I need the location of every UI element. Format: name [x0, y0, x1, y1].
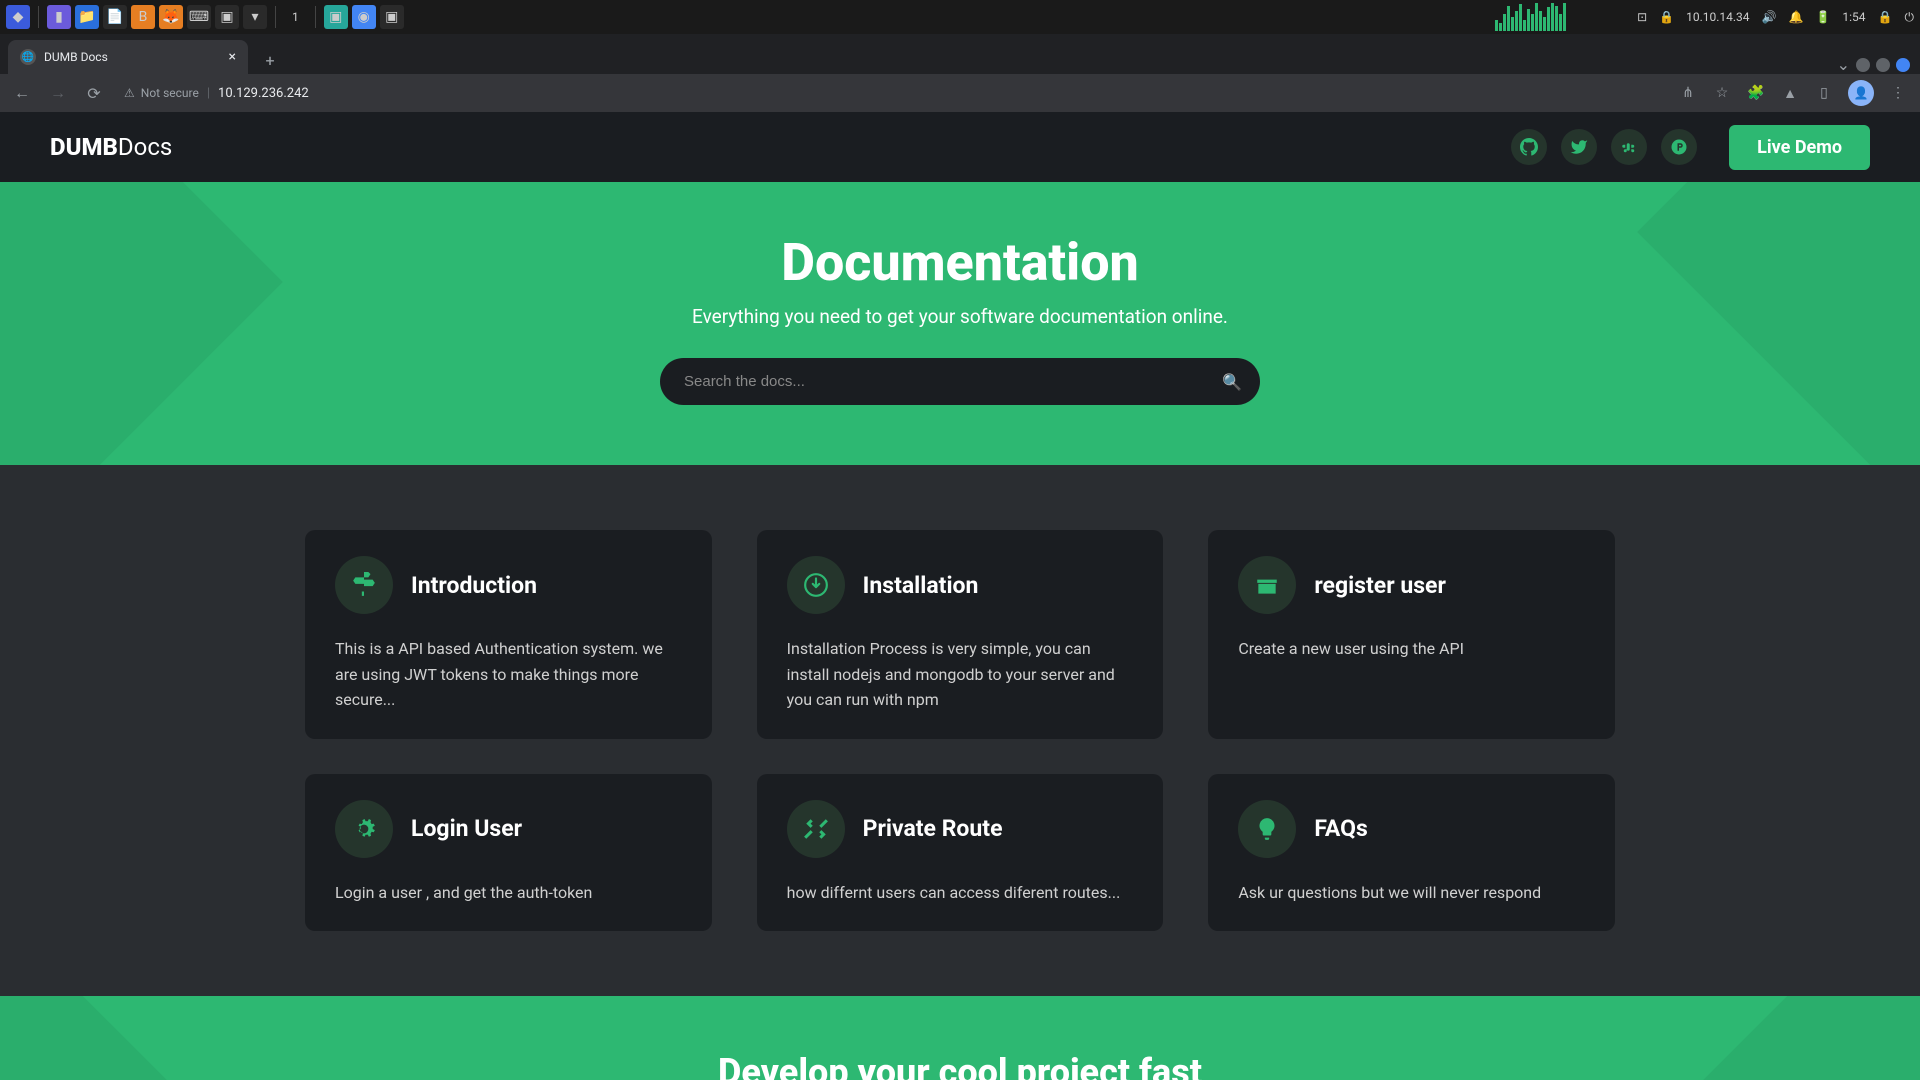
slack-icon[interactable] [1611, 129, 1647, 165]
profile-avatar[interactable]: 👤 [1848, 80, 1874, 106]
nav-reload-button[interactable]: ⟳ [80, 79, 108, 107]
taskbar-app-icon[interactable]: ▮ [47, 5, 71, 29]
card-title: Installation [863, 572, 979, 599]
tab-title: DUMB Docs [44, 50, 108, 64]
terminal2-icon[interactable]: ▣ [215, 5, 239, 29]
url-input[interactable]: ⚠ Not secure | 10.129.236.242 [116, 86, 1670, 101]
notifications-icon[interactable]: 🔔 [1789, 10, 1804, 24]
url-text: 10.129.236.242 [218, 86, 309, 101]
screen-record-icon[interactable]: ⊡ [1637, 10, 1647, 24]
user-icon[interactable]: ▲ [1780, 83, 1800, 103]
github-icon[interactable] [1511, 129, 1547, 165]
nav-back-button[interactable]: ← [8, 79, 36, 107]
share-icon[interactable]: ⋔ [1678, 83, 1698, 103]
desktop-taskbar: ◆ ▮ 📁 📄 B 🦊 ⌨ ▣ ▾ 1 ▣ ◉ ▣ ⊡ 🔒 10.10.14.3… [0, 0, 1920, 34]
window-maximize[interactable] [1876, 58, 1890, 72]
page-content: DUMBDocs Live Demo Documentation Everyth… [0, 112, 1920, 1080]
burp-icon[interactable]: B [131, 5, 155, 29]
card-title: Introduction [411, 572, 537, 599]
search-input[interactable] [660, 358, 1260, 405]
firefox-icon[interactable]: 🦊 [159, 5, 183, 29]
doc-card-private-route[interactable]: Private Route how differnt users can acc… [757, 774, 1164, 932]
doc-card-faqs[interactable]: FAQs Ask ur questions but we will never … [1208, 774, 1615, 932]
taskbar-app-chrome[interactable]: ◉ [352, 5, 376, 29]
hero-section: Documentation Everything you need to get… [0, 182, 1920, 465]
doc-card-register-user[interactable]: register user Create a new user using th… [1208, 530, 1615, 739]
file-manager-icon[interactable]: 📁 [75, 5, 99, 29]
card-description: Create a new user using the API [1238, 636, 1585, 662]
bookmark-icon[interactable]: ☆ [1712, 83, 1732, 103]
dropdown-icon[interactable]: ▾ [243, 5, 267, 29]
clock: 1:54 [1842, 10, 1865, 24]
doc-card-login-user[interactable]: Login User Login a user , and get the au… [305, 774, 712, 932]
hero-subtitle: Everything you need to get your software… [0, 305, 1920, 328]
card-title: Login User [411, 815, 522, 842]
card-description: Ask ur questions but we will never respo… [1238, 880, 1585, 906]
live-demo-button[interactable]: Live Demo [1729, 125, 1870, 170]
card-description: Installation Process is very simple, you… [787, 636, 1134, 713]
app-launcher-icon[interactable]: ◆ [6, 5, 30, 29]
nav-forward-button[interactable]: → [44, 79, 72, 107]
bulb-icon [1238, 800, 1296, 858]
ip-address: 10.10.14.34 [1686, 10, 1749, 24]
site-navbar: DUMBDocs Live Demo [0, 112, 1920, 182]
taskbar-app-term[interactable]: ▣ [380, 5, 404, 29]
window-close[interactable] [1896, 58, 1910, 72]
card-title: register user [1314, 572, 1446, 599]
browser-tab[interactable]: 🌐 DUMB Docs × [8, 40, 248, 74]
power-icon[interactable]: ⏻ [1905, 10, 1915, 25]
hero-title: Documentation [0, 232, 1920, 293]
doc-card-installation[interactable]: Installation Installation Process is ver… [757, 530, 1164, 739]
footer-section: Develop your cool project fast You can s… [0, 996, 1920, 1080]
cards-section: Introduction This is a API based Authent… [0, 465, 1920, 996]
doc-card-introduction[interactable]: Introduction This is a API based Authent… [305, 530, 712, 739]
signpost-icon [335, 556, 393, 614]
card-title: Private Route [863, 815, 1003, 842]
workspace-indicator[interactable]: 1 [284, 10, 307, 24]
tab-dropdown-icon[interactable]: ⌄ [1837, 55, 1850, 74]
tab-close-button[interactable]: × [229, 49, 236, 65]
producthunt-icon[interactable] [1661, 129, 1697, 165]
footer-title: Develop your cool project fast [0, 1051, 1920, 1080]
card-description: Login a user , and get the auth-token [335, 880, 682, 906]
browser-menu-icon[interactable]: ⋮ [1888, 83, 1908, 103]
tab-favicon-icon: 🌐 [20, 49, 36, 65]
cpu-graph [1495, 3, 1625, 31]
card-description: how differnt users can access diferent r… [787, 880, 1134, 906]
battery-icon[interactable]: 🔋 [1815, 10, 1830, 24]
download-icon [787, 556, 845, 614]
devices-icon[interactable]: ▯ [1814, 83, 1834, 103]
card-title: FAQs [1314, 815, 1367, 842]
window-minimize[interactable] [1856, 58, 1870, 72]
site-logo[interactable]: DUMBDocs [50, 133, 172, 161]
tools-icon [787, 800, 845, 858]
new-tab-button[interactable]: + [256, 46, 284, 74]
lock-icon[interactable]: 🔒 [1878, 10, 1893, 24]
editor-icon[interactable]: 📄 [103, 5, 127, 29]
twitter-icon[interactable] [1561, 129, 1597, 165]
card-description: This is a API based Authentication syste… [335, 636, 682, 713]
volume-icon[interactable]: 🔊 [1762, 10, 1777, 24]
security-indicator[interactable]: ⚠ Not secure [124, 86, 199, 100]
browser-url-bar: ← → ⟳ ⚠ Not secure | 10.129.236.242 ⋔ ☆ … [0, 74, 1920, 112]
search-icon[interactable]: 🔍 [1222, 372, 1242, 391]
warning-icon: ⚠ [124, 86, 135, 100]
box-icon [1238, 556, 1296, 614]
taskbar-app-burp[interactable]: ▣ [324, 5, 348, 29]
terminal-icon[interactable]: ⌨ [187, 5, 211, 29]
extensions-icon[interactable]: 🧩 [1746, 83, 1766, 103]
vpn-icon[interactable]: 🔒 [1659, 10, 1674, 24]
browser-tab-bar: 🌐 DUMB Docs × + ⌄ [0, 34, 1920, 74]
gears-icon [335, 800, 393, 858]
